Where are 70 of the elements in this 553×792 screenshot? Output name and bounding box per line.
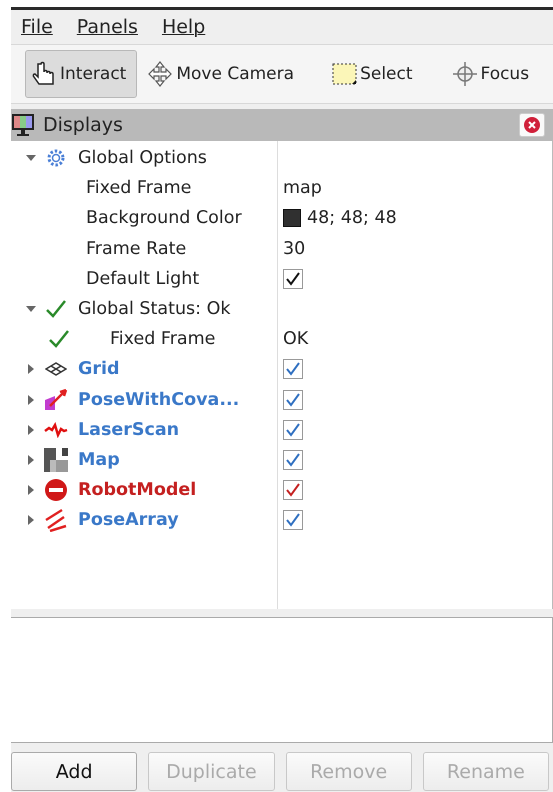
expand-arrow-icon[interactable] — [26, 155, 36, 162]
property-label: Default Light — [86, 268, 200, 289]
tree-row[interactable]: Fixed Frame OK — [11, 324, 552, 354]
monitor-icon — [11, 113, 35, 137]
property-label: Background Color — [86, 208, 242, 228]
pose-arrows-icon — [44, 508, 68, 532]
checkbox[interactable] — [283, 450, 303, 470]
property-label: Fixed Frame — [110, 329, 216, 350]
tree-row[interactable]: PoseArray — [11, 505, 552, 536]
property-label: Fixed Frame — [86, 178, 192, 198]
close-icon — [524, 117, 540, 133]
menu-item[interactable]: File — [21, 16, 53, 38]
collapse-arrow-icon[interactable] — [28, 394, 34, 405]
tree-row[interactable]: Global Status: Ok — [11, 294, 552, 324]
tool-button[interactable]: Focus — [446, 50, 540, 98]
color-swatch[interactable] — [283, 209, 301, 228]
tree-row[interactable]: Fixed Frame map — [11, 173, 552, 204]
collapse-arrow-icon[interactable] — [28, 485, 34, 496]
tree-label: LaserScan — [78, 420, 180, 440]
checkbox[interactable] — [283, 420, 303, 440]
menu-item[interactable]: Help — [162, 16, 206, 38]
tool-button[interactable]: Select — [327, 50, 424, 98]
map-grid-icon — [44, 448, 68, 472]
checkmark-icon — [48, 329, 70, 350]
property-value: OK — [283, 329, 308, 350]
expand-arrow-icon[interactable] — [26, 306, 36, 312]
laser-scan-icon — [44, 422, 68, 438]
checkbox[interactable] — [283, 390, 303, 410]
tree-label: PoseWithCova... — [78, 390, 240, 410]
checkbox[interactable] — [283, 359, 303, 380]
grid-icon — [45, 362, 67, 376]
collapse-arrow-icon[interactable] — [28, 515, 34, 526]
tool-button[interactable]: Interact — [25, 50, 138, 98]
collapse-arrow-icon[interactable] — [28, 424, 34, 435]
tree-label: Global Options — [78, 148, 207, 168]
property-value: 48; 48; 48 — [307, 208, 397, 228]
checkbox[interactable] — [283, 480, 303, 500]
checkmark-icon — [45, 299, 67, 320]
tree-row[interactable]: Background Color 48; 48; 48 — [11, 203, 552, 234]
tree-label: Global Status: Ok — [78, 299, 231, 320]
checkbox[interactable] — [283, 268, 303, 289]
tree-row[interactable]: RobotModel — [11, 475, 552, 506]
panel-title: Displays — [43, 114, 124, 136]
tree-row[interactable]: PoseWithCova... — [11, 384, 552, 415]
tree-label: PoseArray — [78, 510, 179, 530]
menu-item[interactable]: Panels — [76, 16, 138, 38]
collapse-arrow-icon[interactable] — [28, 364, 34, 374]
tool-button[interactable]: Move Camera — [141, 50, 306, 98]
no-entry-icon — [44, 478, 68, 502]
crosshair-icon — [450, 60, 479, 88]
tree-row[interactable]: Grid — [11, 354, 552, 384]
checkbox[interactable] — [283, 510, 303, 530]
property-value: map — [283, 178, 322, 198]
tree-label: RobotModel — [78, 480, 196, 500]
selection-rectangle-icon — [332, 62, 358, 86]
property-label: Frame Rate — [86, 238, 186, 259]
tree-label: Map — [78, 450, 120, 470]
tree-row[interactable]: Global Options — [11, 143, 552, 174]
pose-arrow-icon — [44, 388, 68, 412]
tree-row[interactable]: LaserScan — [11, 414, 552, 445]
panel-button[interactable]: Add — [11, 752, 138, 791]
gear-icon — [46, 148, 66, 168]
collapse-arrow-icon[interactable] — [28, 454, 34, 465]
tree-row[interactable]: Frame Rate 30 — [11, 234, 552, 264]
tree-row[interactable]: Map — [11, 444, 552, 476]
property-value: 30 — [283, 238, 306, 259]
close-button[interactable] — [519, 113, 545, 137]
move-arrows-icon — [146, 60, 174, 88]
tree-label: Grid — [78, 359, 120, 380]
tree-row[interactable]: Default Light — [11, 264, 552, 294]
